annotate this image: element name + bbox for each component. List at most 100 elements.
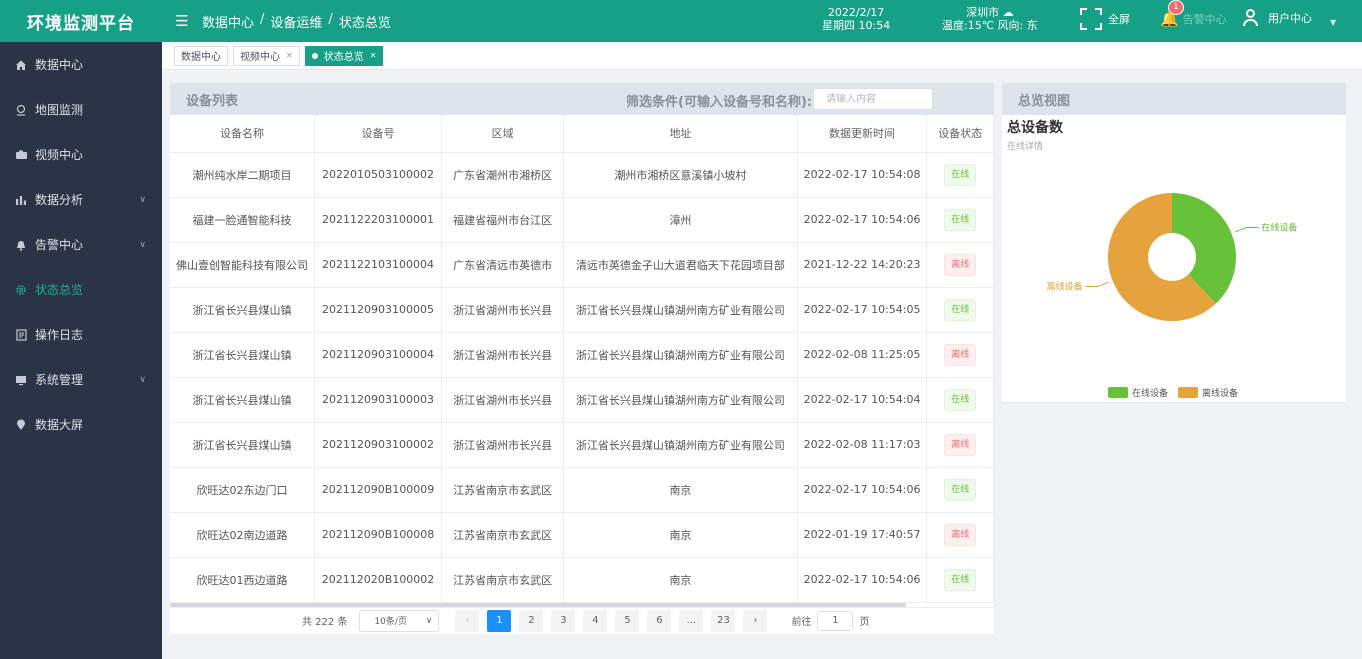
sidebar-item-alarm-center[interactable]: 告警中心 ∨ [0, 222, 162, 267]
table-row[interactable]: 佛山壹创智能科技有限公司 2021122103100004 广东省清远市英德市 … [170, 242, 994, 288]
column-header-address[interactable]: 地址 [563, 115, 798, 153]
tabs-bar: 数据中心 视频中心 ✕ 状态总览 ✕ [162, 42, 1362, 70]
sidebar-item-data-analysis[interactable]: 数据分析 ∨ [0, 177, 162, 222]
device-id-cell: 2021120903100005 [314, 287, 443, 333]
column-header-update-time[interactable]: 数据更新时间 [797, 115, 928, 153]
page-button[interactable]: 4 [583, 609, 608, 632]
status-badge: 离线 [944, 253, 977, 276]
sidebar-item-status-overview[interactable]: 状态总览 [0, 267, 162, 312]
goto-page-input[interactable]: 1 [817, 610, 854, 631]
sidebar-item-label: 视频中心 [35, 148, 84, 162]
page-button[interactable]: 3 [551, 609, 576, 632]
chevron-down-icon: ∨ [425, 615, 433, 626]
user-center-button[interactable]: 用户中心 ▼ [1242, 8, 1336, 28]
table-row[interactable]: 潮州纯水岸二期项目 2022010503100002 广东省潮州市湘桥区 潮州市… [170, 152, 994, 198]
legend-swatch [1108, 387, 1128, 398]
sidebar-item-system-management[interactable]: 系统管理 ∨ [0, 357, 162, 402]
update-time-cell: 2022-01-19 17:40:57 [797, 512, 928, 558]
menu-toggle-icon[interactable]: ☰ [162, 12, 202, 30]
breadcrumb-separator: / [260, 11, 265, 27]
app-logo[interactable]: 环境监测平台 [0, 0, 162, 42]
top-bar: ☰ 数据中心 / 设备运维 / 状态总览 2022/2/17 星期四 10:54… [162, 0, 1362, 42]
tab-data-center[interactable]: 数据中心 [174, 45, 228, 66]
page-button[interactable]: 1 [487, 609, 512, 632]
table-row[interactable]: 福建一脸通智能科技 2021122203100001 福建省福州市台江区 漳州 … [170, 197, 994, 243]
gear-icon [14, 283, 28, 297]
device-id-cell: 2022010503100002 [314, 152, 443, 198]
column-header-status[interactable]: 设备状态 [926, 115, 994, 153]
fullscreen-label: 全屏 [1108, 13, 1130, 26]
filter-search-input[interactable] [813, 88, 933, 110]
alarm-center-button[interactable]: 🔔 1 告警中心 [1160, 0, 1227, 28]
legend-item-offline[interactable]: 离线设备 [1178, 386, 1238, 399]
region-cell: 江苏省南京市玄武区 [441, 557, 565, 603]
sidebar-item-operation-log[interactable]: 操作日志 [0, 312, 162, 357]
sidebar-item-label: 数据中心 [35, 58, 84, 72]
update-time-cell: 2022-02-17 10:54:08 [797, 152, 928, 198]
sidebar-item-video-center[interactable]: 视频中心 [0, 132, 162, 177]
status-badge: 在线 [944, 478, 977, 501]
more-pages-button[interactable]: ... [679, 609, 704, 632]
breadcrumb-separator: / [328, 11, 333, 27]
update-time-cell: 2021-12-22 14:20:23 [797, 242, 928, 288]
sidebar-item-data-screen[interactable]: 数据大屏 [0, 402, 162, 447]
tab-video-center[interactable]: 视频中心 ✕ [233, 45, 300, 66]
breadcrumb-item[interactable]: 数据中心 [202, 12, 254, 31]
sidebar-item-label: 数据分析 [35, 193, 84, 207]
table-row[interactable]: 浙江省长兴县煤山镇 2021120903100003 浙江省湖州市长兴县 浙江省… [170, 377, 994, 423]
column-header-device-id[interactable]: 设备号 [314, 115, 443, 153]
tab-label: 视频中心 [240, 52, 280, 63]
address-cell: 南京 [563, 467, 798, 513]
status-cell: 在线 [926, 197, 994, 243]
slice-label: 离线设备 [1047, 280, 1083, 292]
status-cell: 离线 [926, 422, 994, 468]
page-size-select[interactable]: 10条/页 ∨ [359, 609, 440, 632]
table-row[interactable]: 欣旺达01西边道路 202112020B100002 江苏省南京市玄武区 南京 … [170, 557, 994, 603]
page-button[interactable]: 23 [711, 609, 736, 632]
tab-label: 状态总览 [323, 52, 364, 63]
goto-prefix: 前往 [791, 617, 812, 628]
document-icon [14, 328, 28, 342]
status-cell: 在线 [926, 152, 994, 198]
table-row[interactable]: 浙江省长兴县煤山镇 2021120903100004 浙江省湖州市长兴县 浙江省… [170, 332, 994, 378]
sidebar-item-map-monitor[interactable]: 地图监测 [0, 87, 162, 132]
sidebar-item-data-center[interactable]: 数据中心 [0, 42, 162, 87]
table-row[interactable]: 欣旺达02东边门口 202112090B100009 江苏省南京市玄武区 南京 … [170, 467, 994, 513]
device-id-cell: 202112020B100002 [314, 557, 443, 603]
prev-page-button[interactable]: ‹ [455, 609, 480, 632]
device-list-title: 设备列表 [186, 93, 239, 109]
status-cell: 在线 [926, 377, 994, 423]
alarm-center-label: 告警中心 [1182, 13, 1227, 26]
device-id-cell: 2021120903100004 [314, 332, 443, 378]
caret-down-icon: ▼ [1330, 17, 1337, 27]
city-name: 深圳市 [966, 6, 1000, 19]
page-button[interactable]: 5 [615, 609, 640, 632]
table-row[interactable]: 欣旺达02南边道路 202112090B100008 江苏省南京市玄武区 南京 … [170, 512, 994, 558]
device-id-cell: 2021120903100003 [314, 377, 443, 423]
table-row[interactable]: 浙江省长兴县煤山镇 2021120903100005 浙江省湖州市长兴县 浙江省… [170, 287, 994, 333]
region-cell: 浙江省湖州市长兴县 [441, 287, 565, 333]
device-list-panel: 设备列表 筛选条件(可输入设备号和名称): 设备名称 设备号 区域 地址 数据更… [170, 83, 994, 634]
region-cell: 广东省清远市英德市 [441, 242, 565, 288]
column-header-device-name[interactable]: 设备名称 [170, 115, 315, 153]
tab-status-overview[interactable]: 状态总览 ✕ [304, 45, 384, 66]
next-page-button[interactable]: › [743, 609, 768, 632]
address-cell: 浙江省长兴县煤山镇湖州南方矿业有限公司 [563, 332, 798, 378]
region-cell: 江苏省南京市玄武区 [441, 467, 565, 513]
tab-label: 数据中心 [181, 52, 221, 63]
close-icon[interactable]: ✕ [286, 51, 293, 60]
chart-legend: 在线设备 离线设备 [1108, 386, 1238, 399]
breadcrumb-item[interactable]: 设备运维 [270, 12, 322, 31]
legend-item-online[interactable]: 在线设备 [1108, 386, 1168, 399]
page-button[interactable]: 6 [647, 609, 672, 632]
device-name-cell: 浙江省长兴县煤山镇 [170, 332, 315, 378]
goto-page: 前往 1 页 [791, 610, 869, 631]
table-row[interactable]: 浙江省长兴县煤山镇 2021120903100002 浙江省湖州市长兴县 浙江省… [170, 422, 994, 468]
fullscreen-button[interactable]: 全屏 [1080, 8, 1130, 30]
column-header-region[interactable]: 区域 [441, 115, 565, 153]
device-id-cell: 2021120903100002 [314, 422, 443, 468]
close-icon[interactable]: ✕ [370, 51, 377, 60]
address-cell: 南京 [563, 512, 798, 558]
status-cell: 在线 [926, 287, 994, 333]
page-button[interactable]: 2 [519, 609, 544, 632]
